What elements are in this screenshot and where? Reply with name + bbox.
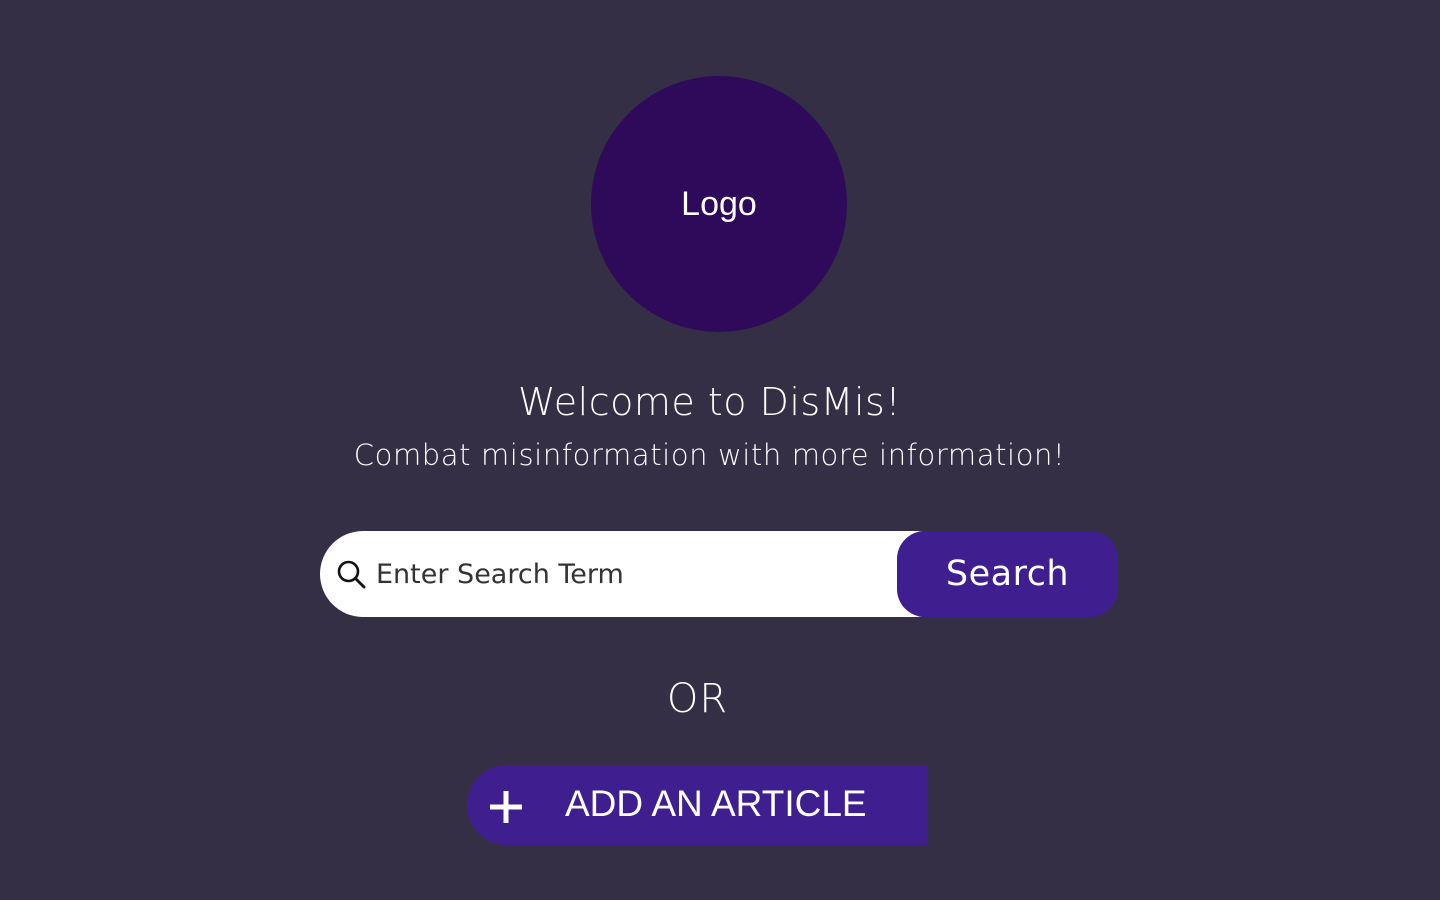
or-divider: OR xyxy=(666,676,729,722)
plus-icon xyxy=(490,791,522,823)
search-button[interactable]: Search xyxy=(897,531,1118,617)
logo: Logo xyxy=(591,76,847,332)
add-article-label: ADD AN ARTICLE xyxy=(565,783,867,824)
add-article-button[interactable]: ADD AN ARTICLE xyxy=(467,765,928,845)
search-input[interactable] xyxy=(376,552,876,596)
page-title: Welcome to DisMis! xyxy=(517,380,902,424)
page-subtitle: Combat misinformation with more informat… xyxy=(353,438,1066,472)
logo-label: Logo xyxy=(681,184,757,223)
search-icon xyxy=(337,560,366,589)
